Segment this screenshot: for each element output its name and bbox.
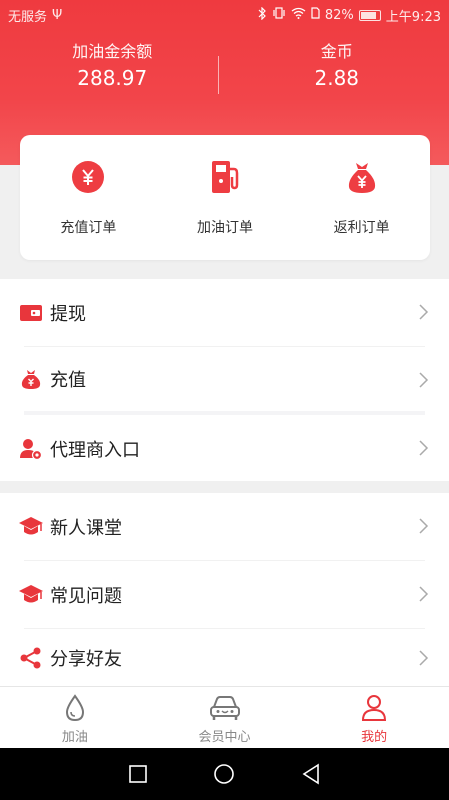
sim-icon [311,7,320,23]
balance-stat[interactable]: 加油金余额 288.97 [0,40,225,100]
menu-item-share[interactable]: 分享好友 [0,629,449,686]
battery-icon [358,9,381,21]
stat-divider [218,56,219,94]
user-icon [357,693,391,723]
menu-item-agent-entry[interactable]: 代理商入口 [0,415,449,482]
square-icon [129,765,147,783]
coins-label: 金币 [320,42,353,61]
back-button[interactable] [291,754,331,794]
orders-card: 充值订单 加油订单 返利订单 [20,135,430,260]
tab-mine-label: 我的 [361,730,388,745]
tab-member-center-label: 会员中心 [198,730,251,745]
share-icon [18,645,44,671]
menu-item-recharge[interactable]: 充值 [0,347,449,411]
vibrate-icon [272,7,286,23]
usb-icon: Ψ [52,7,63,23]
coins-value: 2.88 [314,66,360,90]
withdraw-label: 提现 [50,303,86,325]
chevron-right-icon [419,372,429,388]
chevron-right-icon [419,650,429,666]
system-navigation-bar [0,748,449,800]
bottom-tab-bar: 加油 会员中心 我的 [0,686,449,748]
tab-member-center[interactable]: 会员中心 [150,687,300,748]
wifi-icon [291,7,306,23]
fuel-drop-icon [58,693,92,723]
graduation-cap-icon [18,582,44,608]
back-triangle-icon [302,763,319,785]
battery-percent: 82% [324,7,354,23]
money-bag-icon [18,366,44,392]
yen-coin-icon [68,157,108,197]
menu-group-help: 新人课堂 常见问题 分享好友 [0,493,449,686]
menu-item-faq[interactable]: 常见问题 [0,561,449,628]
chevron-right-icon [419,440,429,456]
menu-group-account: 提现 充值 代理商入口 [0,279,449,481]
carrier-text: 无服务 [8,9,48,25]
balance-label: 加油金余额 [72,42,153,61]
balance-value: 288.97 [77,66,148,90]
chevron-right-icon [419,518,429,534]
bluetooth-icon [258,6,267,24]
recharge-orders-button[interactable]: 充值订单 [20,135,157,260]
home-button[interactable] [204,754,244,794]
car-icon [208,693,242,723]
money-bag-icon [342,157,382,197]
rebate-orders-button[interactable]: 返利订单 [293,135,430,260]
tab-fuel[interactable]: 加油 [0,687,150,748]
graduation-cap-icon [18,514,44,540]
share-label: 分享好友 [50,648,122,670]
chevron-right-icon [419,586,429,602]
rebate-orders-label: 返利订单 [333,220,390,236]
newbie-class-label: 新人课堂 [50,517,122,539]
coins-stat[interactable]: 金币 2.88 [225,40,449,100]
clock-time: 上午9:23 [385,9,441,25]
recent-apps-button[interactable] [118,754,158,794]
fuel-orders-button[interactable]: 加油订单 [157,135,294,260]
agent-user-icon [18,436,44,462]
fuel-orders-label: 加油订单 [197,220,253,236]
tab-mine[interactable]: 我的 [299,687,449,748]
wallet-icon [18,300,44,326]
account-summary: 加油金余额 288.97 金币 2.88 [0,40,449,100]
menu-item-newbie-class[interactable]: 新人课堂 [0,493,449,560]
menu-item-withdraw[interactable]: 提现 [0,279,449,346]
agent-entry-label: 代理商入口 [50,439,140,461]
fuel-pump-icon [205,157,245,197]
circle-icon [214,764,235,784]
recharge-orders-label: 充值订单 [60,220,117,236]
chevron-right-icon [419,304,429,320]
faq-label: 常见问题 [50,585,122,607]
recharge-label: 充值 [50,370,86,391]
status-bar: 无服务 Ψ 82% 上午9:23 [0,0,449,30]
tab-fuel-label: 加油 [61,730,88,745]
